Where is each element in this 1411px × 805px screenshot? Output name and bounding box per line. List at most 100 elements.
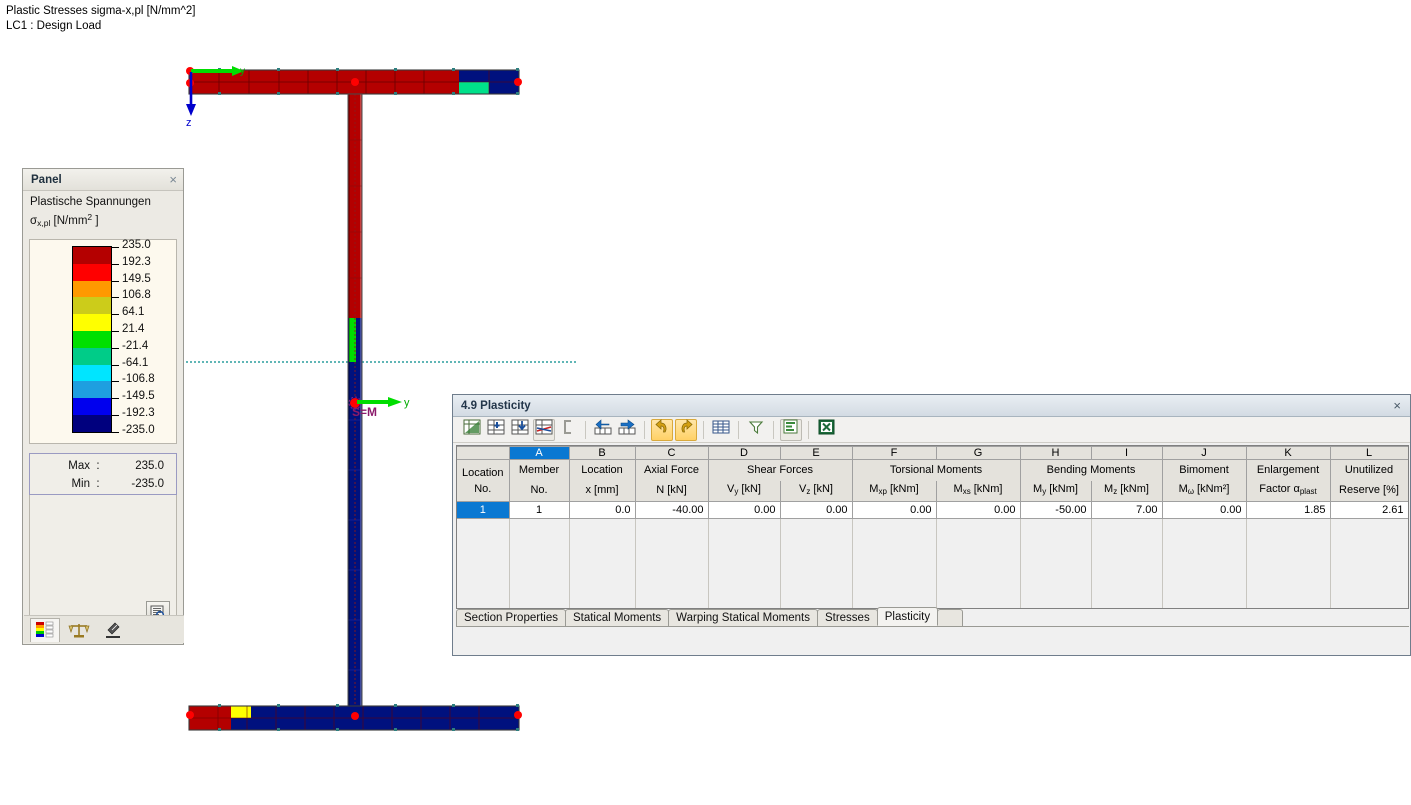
table-empty-cell[interactable]: [708, 586, 781, 604]
table-empty-cell[interactable]: [1330, 586, 1408, 604]
dialog-tab-stresses[interactable]: Stresses: [816, 609, 878, 626]
table-empty-cell[interactable]: [852, 569, 937, 587]
column-letter-e[interactable]: E: [780, 446, 853, 460]
table-cell[interactable]: 0.00: [936, 501, 1021, 519]
table-empty-cell[interactable]: [569, 569, 636, 587]
legend-color-strip[interactable]: [72, 246, 112, 433]
table-empty-cell[interactable]: [509, 569, 570, 587]
dialog-tab-section-properties[interactable]: Section Properties: [456, 609, 566, 626]
column-letter-c[interactable]: C: [635, 446, 709, 460]
plasticity-dialog[interactable]: 4.9 Plasticity × A B C D E F G H I J K L Location No.…: [452, 394, 1411, 656]
column-letter-l[interactable]: L: [1330, 446, 1408, 460]
table-empty-cell[interactable]: [1162, 586, 1247, 604]
results-panel[interactable]: Panel × Plastische Spannungen σx,pl [N/m…: [22, 168, 184, 645]
table-empty-cell[interactable]: [635, 569, 709, 587]
table-empty-cell[interactable]: [1020, 586, 1092, 604]
table-cell[interactable]: 0.00: [708, 501, 781, 519]
dialog-tab-statical-moments[interactable]: Statical Moments: [564, 609, 670, 626]
table-empty-cell[interactable]: [457, 552, 510, 570]
table-empty-cell[interactable]: [780, 535, 853, 553]
table-empty-cell[interactable]: [708, 569, 781, 587]
table-empty-cell[interactable]: [708, 535, 781, 553]
grid-view-button[interactable]: [710, 419, 732, 441]
table-empty-cell[interactable]: [780, 569, 853, 587]
table-cell[interactable]: -40.00: [635, 501, 709, 519]
table-empty-cell[interactable]: [708, 552, 781, 570]
table-empty-cell[interactable]: [569, 552, 636, 570]
table-empty-cell[interactable]: [780, 518, 853, 536]
dialog-titlebar[interactable]: 4.9 Plasticity ×: [453, 395, 1410, 417]
table-cell[interactable]: 0.00: [780, 501, 853, 519]
table-empty-cell[interactable]: [457, 518, 510, 536]
table-empty-cell[interactable]: [569, 535, 636, 553]
legend-color-cell[interactable]: [73, 364, 111, 382]
legend-color-cell[interactable]: [73, 330, 111, 348]
table-empty-cell[interactable]: [509, 552, 570, 570]
table-empty-cell[interactable]: [936, 569, 1021, 587]
column-letter-i[interactable]: I: [1091, 446, 1163, 460]
table-empty-cell[interactable]: [509, 535, 570, 553]
table-empty-cell[interactable]: [1020, 535, 1092, 553]
dialog-tab-plasticity[interactable]: Plasticity: [876, 607, 939, 626]
table-empty-cell[interactable]: [569, 586, 636, 604]
table-cell[interactable]: 1: [509, 501, 570, 519]
selection-button[interactable]: [557, 419, 579, 441]
legend-color-cell[interactable]: [73, 347, 111, 365]
table-empty-cell[interactable]: [1330, 569, 1408, 587]
table-empty-cell[interactable]: [1162, 569, 1247, 587]
export-excel-button[interactable]: [815, 419, 837, 441]
table-empty-cell[interactable]: [1020, 569, 1092, 587]
panel-titlebar[interactable]: Panel ×: [23, 169, 183, 191]
table-empty-cell[interactable]: [635, 552, 709, 570]
table-empty-cell[interactable]: [457, 569, 510, 587]
table-empty-cell[interactable]: [708, 518, 781, 536]
column-letter-b[interactable]: B: [569, 446, 636, 460]
table-empty-cell[interactable]: [1330, 535, 1408, 553]
panel-tab-strip[interactable]: [24, 615, 184, 643]
table-empty-cell[interactable]: [1091, 552, 1163, 570]
insert-row-button[interactable]: [485, 419, 507, 441]
dialog-toolbar[interactable]: [453, 417, 1410, 443]
table-empty-cell[interactable]: [1091, 518, 1163, 536]
table-empty-cell[interactable]: [509, 518, 570, 536]
table-empty-cell[interactable]: [1020, 518, 1092, 536]
table-empty-cell[interactable]: [1246, 569, 1331, 587]
balance-scale-tab[interactable]: [64, 618, 94, 642]
table-empty-cell[interactable]: [1246, 535, 1331, 553]
edit-table-button[interactable]: [461, 419, 483, 441]
dialog-tab-strip[interactable]: Section Properties Statical Moments Warpin…: [456, 607, 1409, 627]
column-letter-f[interactable]: F: [852, 446, 937, 460]
table-empty-cell[interactable]: [1246, 586, 1331, 604]
table-empty-cell[interactable]: [1162, 552, 1247, 570]
microscope-tab[interactable]: [98, 618, 128, 642]
plasticity-table-container[interactable]: A B C D E F G H I J K L Location No. Member Location Axi…: [456, 445, 1409, 609]
legend-color-cell[interactable]: [73, 247, 111, 264]
table-empty-cell[interactable]: [936, 552, 1021, 570]
table-cell[interactable]: 0.00: [852, 501, 937, 519]
legend-color-cell[interactable]: [73, 263, 111, 281]
column-letter-d[interactable]: D: [708, 446, 781, 460]
column-letter-k[interactable]: K: [1246, 446, 1331, 460]
chart-button[interactable]: [780, 418, 802, 441]
table-empty-cell[interactable]: [936, 535, 1021, 553]
redo-button[interactable]: [675, 418, 697, 441]
table-empty-cell[interactable]: [509, 586, 570, 604]
legend-color-cell[interactable]: [73, 398, 111, 415]
undo-button[interactable]: [651, 418, 673, 441]
filter-button[interactable]: [745, 419, 767, 441]
table-empty-cell[interactable]: [1162, 535, 1247, 553]
table-row[interactable]: 1 1 0.0 -40.00 0.00 0.00 0.00 0.00 -50.00 7.00 0.0…: [457, 501, 1408, 519]
table-empty-cell[interactable]: [635, 518, 709, 536]
table-empty-row[interactable]: [457, 586, 1408, 604]
table-empty-cell[interactable]: [1330, 518, 1408, 536]
row-number-cell[interactable]: 1: [457, 501, 510, 519]
table-empty-cell[interactable]: [852, 518, 937, 536]
table-empty-cell[interactable]: [936, 518, 1021, 536]
table-empty-cell[interactable]: [780, 586, 853, 604]
table-empty-row[interactable]: [457, 552, 1408, 570]
table-cell[interactable]: 2.61: [1330, 501, 1408, 519]
legend-color-cell[interactable]: [73, 297, 111, 315]
table-empty-cell[interactable]: [569, 518, 636, 536]
table-cell[interactable]: 1.85: [1246, 501, 1331, 519]
table-cell[interactable]: 0.00: [1162, 501, 1247, 519]
